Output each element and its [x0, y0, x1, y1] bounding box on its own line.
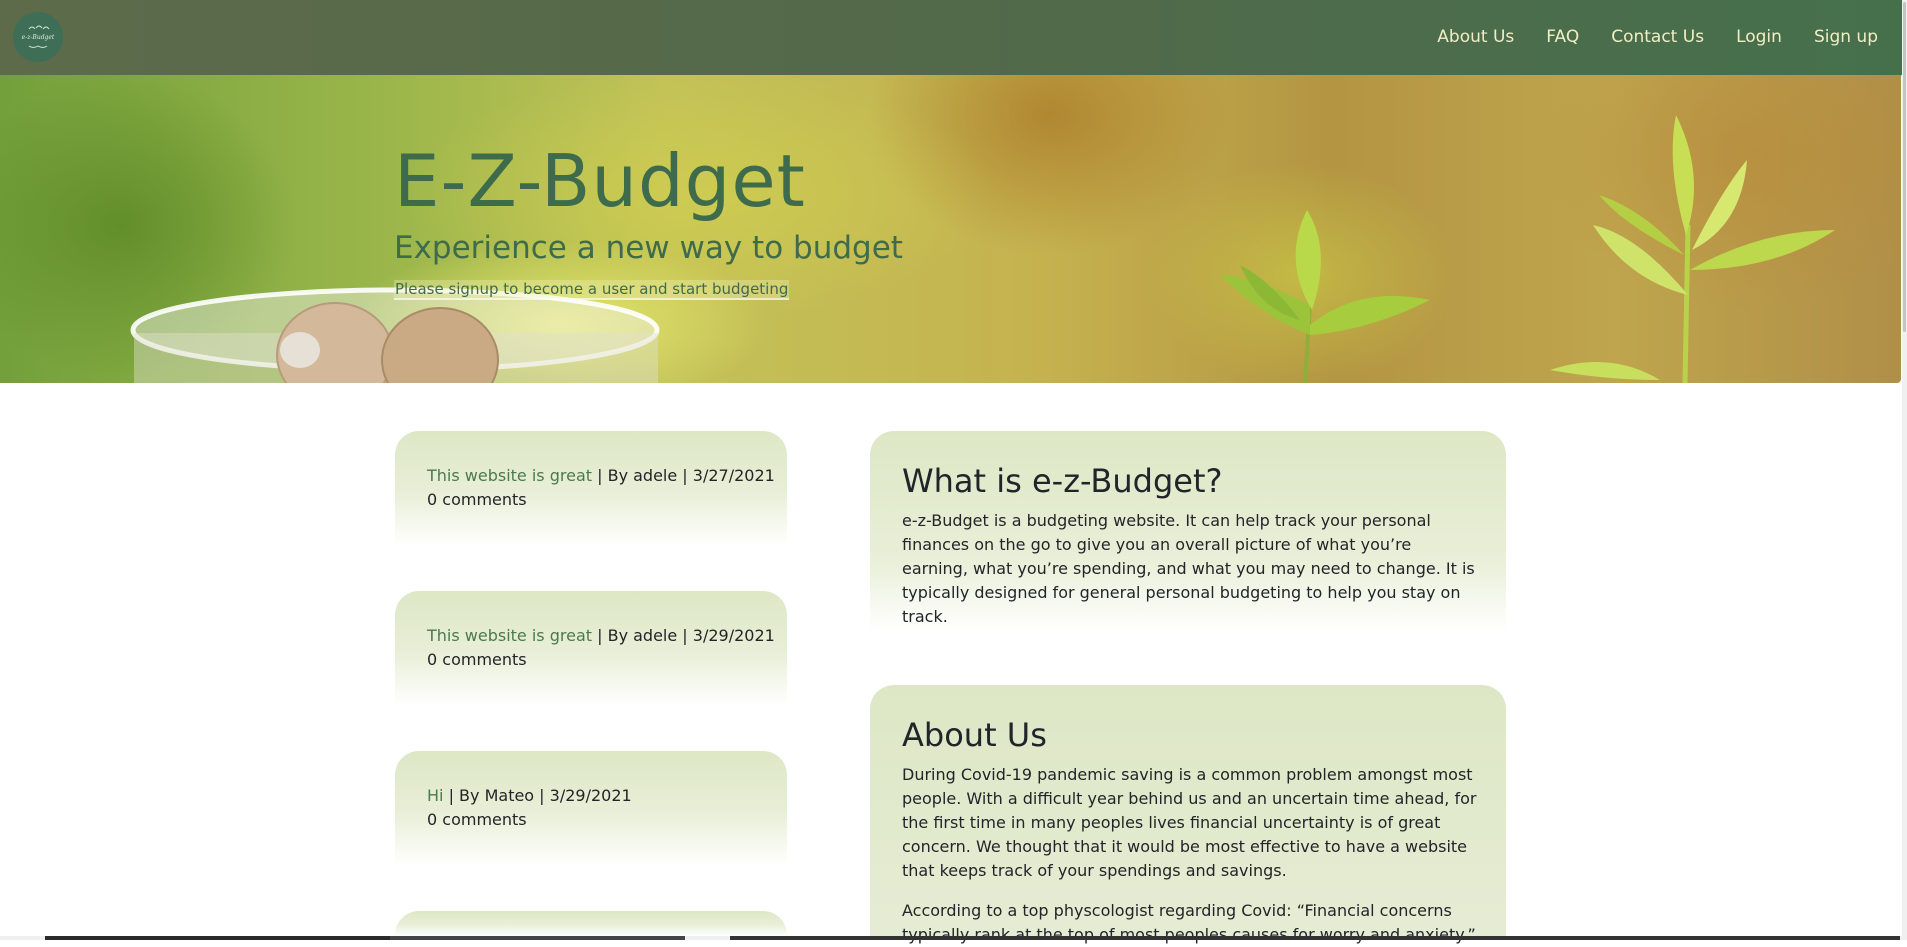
what-is-card: What is e-z-Budget? e-z-Budget is a budg… [870, 431, 1506, 631]
scrollbar-thumb-segment[interactable] [730, 936, 1900, 940]
post-comments: 0 comments [427, 810, 527, 829]
about-us-text: During Covid-19 pandemic saving is a com… [902, 765, 1477, 880]
post-header: This website is great | By adele | 3/27/… [427, 464, 775, 488]
logo[interactable]: e-z-Budget [13, 12, 63, 62]
hero-banner: E-Z-Budget Experience a new way to budge… [0, 75, 1901, 383]
nav-login[interactable]: Login [1736, 27, 1782, 47]
what-is-text: e-z-Budget is a budgeting website. It ca… [902, 511, 1475, 626]
post-title-link[interactable]: This website is great [427, 626, 592, 645]
post-comments: 0 comments [427, 490, 527, 509]
post-card [395, 911, 787, 936]
what-is-heading: What is e-z-Budget? [902, 462, 1223, 500]
post-meta: | By adele | 3/29/2021 [592, 626, 775, 645]
post-title-link[interactable]: Hi [427, 786, 443, 805]
logo-text: e-z-Budget [21, 33, 55, 41]
post-title-link[interactable]: This website is great [427, 466, 592, 485]
post-card: This website is great | By adele | 3/27/… [395, 431, 787, 546]
about-us-heading: About Us [902, 716, 1047, 754]
post-meta: | By adele | 3/27/2021 [592, 466, 775, 485]
scrollbar-thumb-segment[interactable] [390, 936, 685, 940]
navbar: e-z-Budget About Us FAQ Contact Us Login… [0, 0, 1902, 75]
post-meta: | By Mateo | 3/29/2021 [443, 786, 632, 805]
hero-background-image [130, 115, 1835, 383]
hero-title: E-Z-Budget [394, 139, 806, 223]
nav-about-us[interactable]: About Us [1437, 27, 1514, 47]
post-comments: 0 comments [427, 650, 527, 669]
nav-sign-up[interactable]: Sign up [1814, 27, 1878, 47]
post-header: Hi | By Mateo | 3/29/2021 [427, 784, 632, 808]
nav-links: About Us FAQ Contact Us Login Sign up [1405, 0, 1878, 73]
nav-faq[interactable]: FAQ [1546, 27, 1579, 47]
hero-subtitle: Experience a new way to budget [394, 230, 903, 266]
about-us-card: About Us During Covid-19 pandemic saving… [870, 685, 1506, 944]
scrollbar-thumb-segment[interactable] [45, 936, 390, 940]
post-card: This website is great | By adele | 3/29/… [395, 591, 787, 706]
post-header: This website is great | By adele | 3/29/… [427, 624, 775, 648]
vertical-scrollbar-thumb[interactable] [1903, 2, 1906, 332]
post-card: Hi | By Mateo | 3/29/2021 0 comments [395, 751, 787, 866]
hero-signup-note: Please signup to become a user and start… [394, 280, 790, 300]
nav-contact-us[interactable]: Contact Us [1611, 27, 1704, 47]
